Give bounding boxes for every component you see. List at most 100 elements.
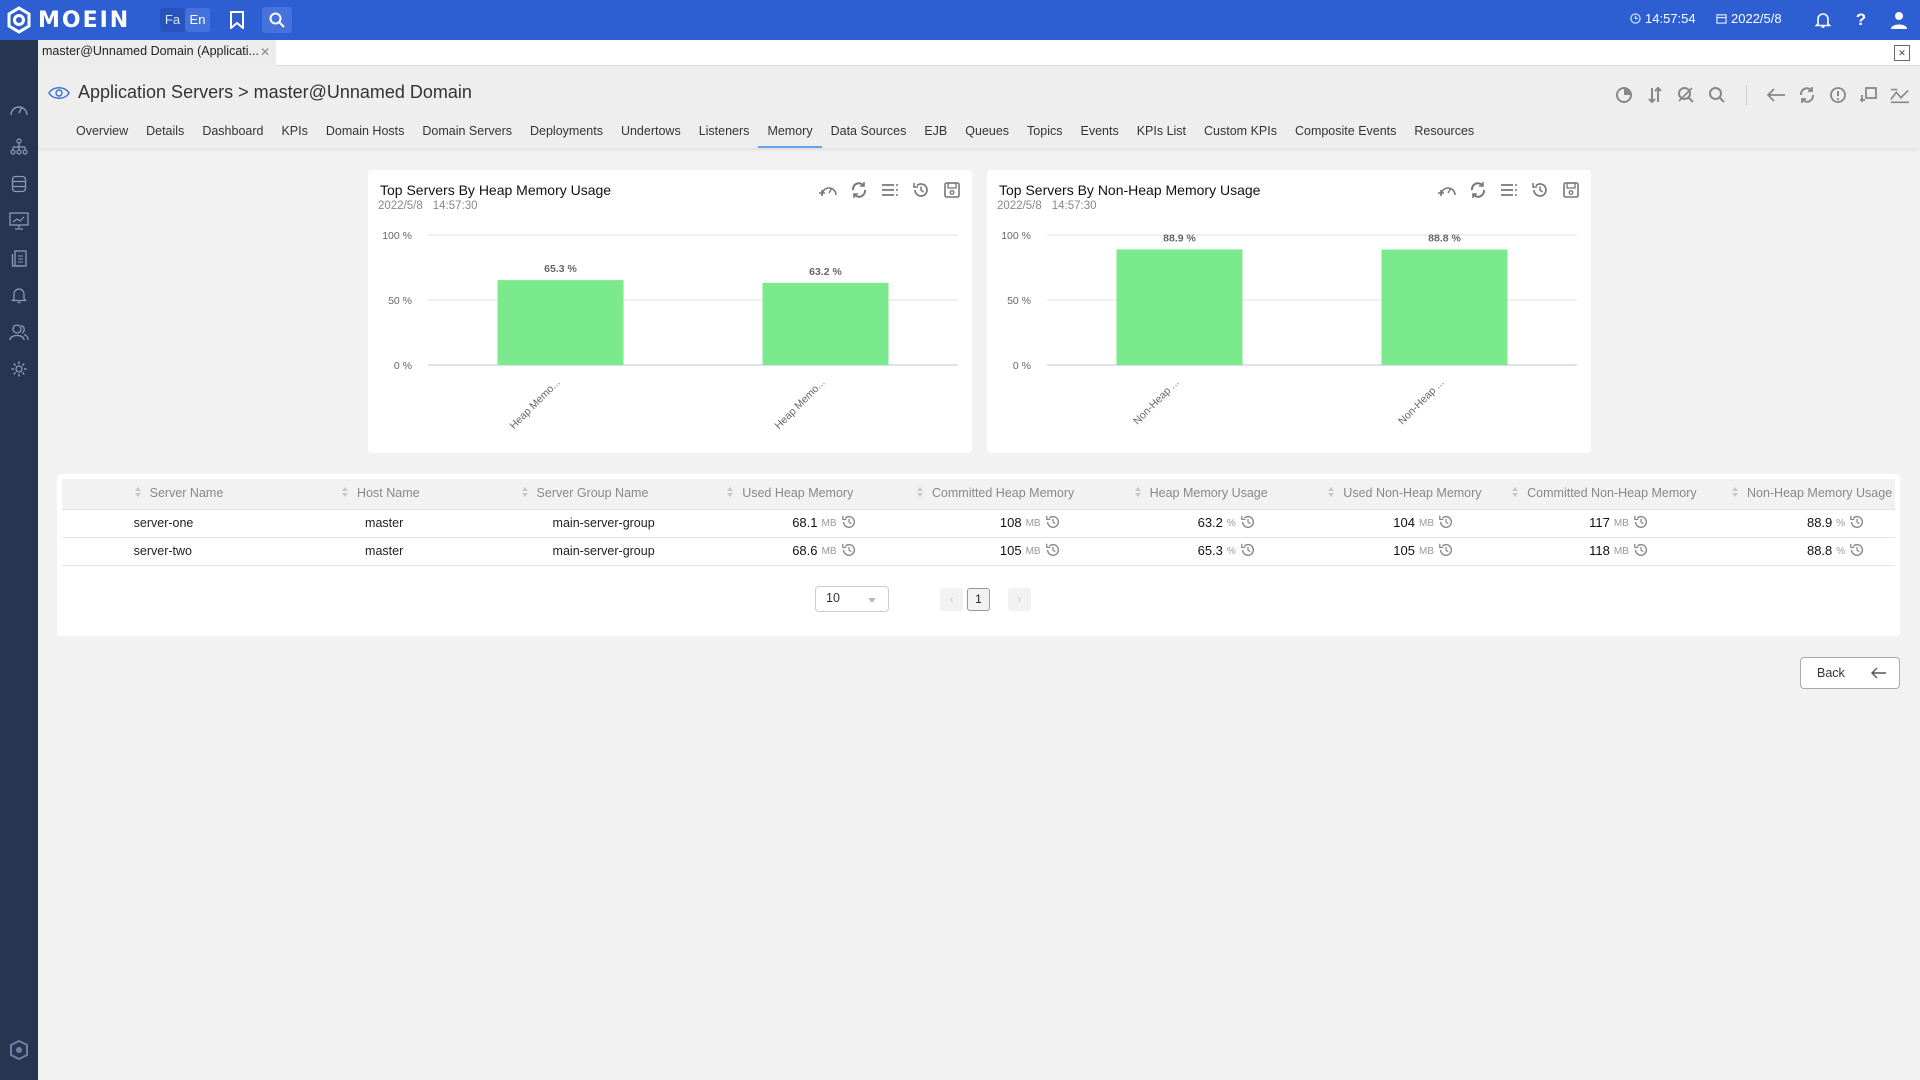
history-icon[interactable] — [841, 542, 857, 561]
global-search-button[interactable] — [262, 7, 292, 33]
history-icon[interactable] — [1438, 542, 1454, 561]
open-window-button[interactable] — [1859, 85, 1879, 105]
page-size-select[interactable]: 10 — [815, 586, 889, 612]
bar[interactable] — [762, 282, 889, 365]
chart-menu-button[interactable] — [880, 180, 900, 200]
trend-button[interactable] — [1890, 85, 1910, 105]
prev-page-button[interactable]: ‹ — [940, 588, 963, 611]
tab-kpis-list[interactable]: KPIs List — [1128, 122, 1195, 148]
tab-kpis[interactable]: KPIs — [272, 122, 316, 148]
tab-domain-servers[interactable]: Domain Servers — [413, 122, 521, 148]
history-icon[interactable] — [841, 514, 857, 533]
table-row[interactable]: server-one master main-server-group 68.1 MB 1… — [62, 509, 1895, 538]
history-icon[interactable] — [1849, 542, 1865, 561]
tab-memory[interactable]: Memory — [758, 122, 822, 148]
info-button[interactable] — [1828, 85, 1848, 105]
sort-icon[interactable] — [134, 486, 142, 501]
add-gauge-button[interactable] — [818, 180, 838, 200]
sort-icon[interactable] — [1731, 486, 1739, 501]
refresh-chart-button[interactable] — [1468, 180, 1488, 200]
history-icon[interactable] — [1240, 514, 1256, 533]
tab-queues[interactable]: Queues — [956, 122, 1018, 148]
lang-en-button[interactable]: En — [185, 8, 210, 32]
table-row[interactable]: server-two master main-server-group 68.6 MB 1… — [62, 537, 1895, 566]
column-header-non-heap-memory-usage[interactable]: Non-Heap Memory Usage — [1730, 479, 1895, 510]
sidebar-item-users[interactable] — [8, 321, 30, 343]
sidebar-item-reports[interactable] — [8, 247, 30, 269]
doc-tab[interactable]: master@Unnamed Domain (Applicati... ✕ — [38, 40, 276, 66]
sidebar-item-topology[interactable] — [8, 136, 30, 158]
sidebar-item-monitoring[interactable] — [8, 210, 30, 232]
sidebar-item-database[interactable] — [8, 173, 30, 195]
tab-composite-events[interactable]: Composite Events — [1286, 122, 1405, 148]
tab-custom-kpis[interactable]: Custom KPIs — [1195, 122, 1286, 148]
lang-fa-button[interactable]: Fa — [160, 8, 185, 32]
column-header-committed-heap-memory[interactable]: Committed Heap Memory — [915, 479, 1134, 510]
tab-domain-hosts[interactable]: Domain Hosts — [317, 122, 414, 148]
sort-icon[interactable] — [726, 486, 734, 501]
user-menu-button[interactable] — [1884, 7, 1914, 33]
history-icon[interactable] — [1045, 542, 1061, 561]
history-icon[interactable] — [1633, 542, 1649, 561]
sidebar-item-settings[interactable] — [8, 358, 30, 380]
history-icon[interactable] — [1849, 514, 1865, 533]
back-arrow-button[interactable] — [1766, 85, 1786, 105]
column-header-host-name[interactable]: Host Name — [341, 479, 521, 510]
tab-topics[interactable]: Topics — [1018, 122, 1071, 148]
sort-icon[interactable] — [521, 486, 529, 501]
save-chart-button[interactable] — [1561, 180, 1581, 200]
notifications-button[interactable] — [1808, 7, 1838, 33]
refresh-button[interactable] — [1797, 85, 1817, 105]
tab-resources[interactable]: Resources — [1405, 122, 1483, 148]
tab-deployments[interactable]: Deployments — [521, 122, 612, 148]
save-chart-button[interactable] — [942, 180, 962, 200]
tab-undertows[interactable]: Undertows — [612, 122, 690, 148]
sidebar-item-alerts[interactable] — [8, 284, 30, 306]
close-tab-icon[interactable]: ✕ — [260, 45, 270, 59]
history-icon[interactable] — [1438, 514, 1454, 533]
sort-button[interactable] — [1645, 85, 1665, 105]
tab-details[interactable]: Details — [137, 122, 193, 148]
current-page-button[interactable]: 1 — [967, 588, 990, 611]
tab-data-sources[interactable]: Data Sources — [822, 122, 916, 148]
column-header-committed-non-heap-memory[interactable]: Committed Non-Heap Memory — [1511, 479, 1731, 510]
column-header-used-non-heap-memory[interactable]: Used Non-Heap Memory — [1327, 479, 1512, 510]
clear-search-button[interactable] — [1676, 85, 1696, 105]
sort-icon[interactable] — [1511, 486, 1519, 501]
column-header-server-name[interactable]: Server Name — [133, 479, 342, 510]
next-page-button[interactable]: › — [1008, 588, 1031, 611]
tab-overview[interactable]: Overview — [67, 122, 137, 148]
host-name-cell: master — [341, 509, 521, 538]
sidebar-footer-logo[interactable] — [7, 1038, 31, 1062]
sort-icon[interactable] — [916, 486, 924, 501]
sort-icon[interactable] — [341, 486, 349, 501]
add-gauge-button[interactable] — [1437, 180, 1457, 200]
timer-button[interactable] — [1614, 85, 1634, 105]
tab-dashboard[interactable]: Dashboard — [193, 122, 272, 148]
back-button[interactable]: Back — [1800, 657, 1900, 689]
bookmark-button[interactable] — [222, 7, 252, 33]
brand-logo[interactable]: MOEIN — [6, 6, 130, 34]
bar[interactable] — [1381, 249, 1508, 365]
chart-history-button[interactable] — [1530, 180, 1550, 200]
column-header-heap-memory-usage[interactable]: Heap Memory Usage — [1133, 479, 1328, 510]
refresh-chart-button[interactable] — [849, 180, 869, 200]
column-header-server-group-name[interactable]: Server Group Name — [520, 479, 727, 510]
history-icon[interactable] — [1045, 514, 1061, 533]
search-button[interactable] — [1707, 85, 1727, 105]
tab-events[interactable]: Events — [1071, 122, 1127, 148]
tab-ejb[interactable]: EJB — [915, 122, 956, 148]
sidebar-item-dashboard[interactable] — [8, 98, 30, 120]
chart-menu-button[interactable] — [1499, 180, 1519, 200]
history-icon[interactable] — [1633, 514, 1649, 533]
sort-icon[interactable] — [1134, 486, 1142, 501]
history-icon[interactable] — [1240, 542, 1256, 561]
bar[interactable] — [497, 280, 624, 365]
help-button[interactable]: ? — [1846, 7, 1876, 33]
column-header-used-heap-memory[interactable]: Used Heap Memory — [726, 479, 916, 510]
sort-icon[interactable] — [1327, 486, 1335, 501]
chart-history-button[interactable] — [911, 180, 931, 200]
bar[interactable] — [1116, 249, 1243, 365]
close-all-tabs-button[interactable]: ✕ — [1894, 45, 1910, 61]
tab-listeners[interactable]: Listeners — [690, 122, 759, 148]
